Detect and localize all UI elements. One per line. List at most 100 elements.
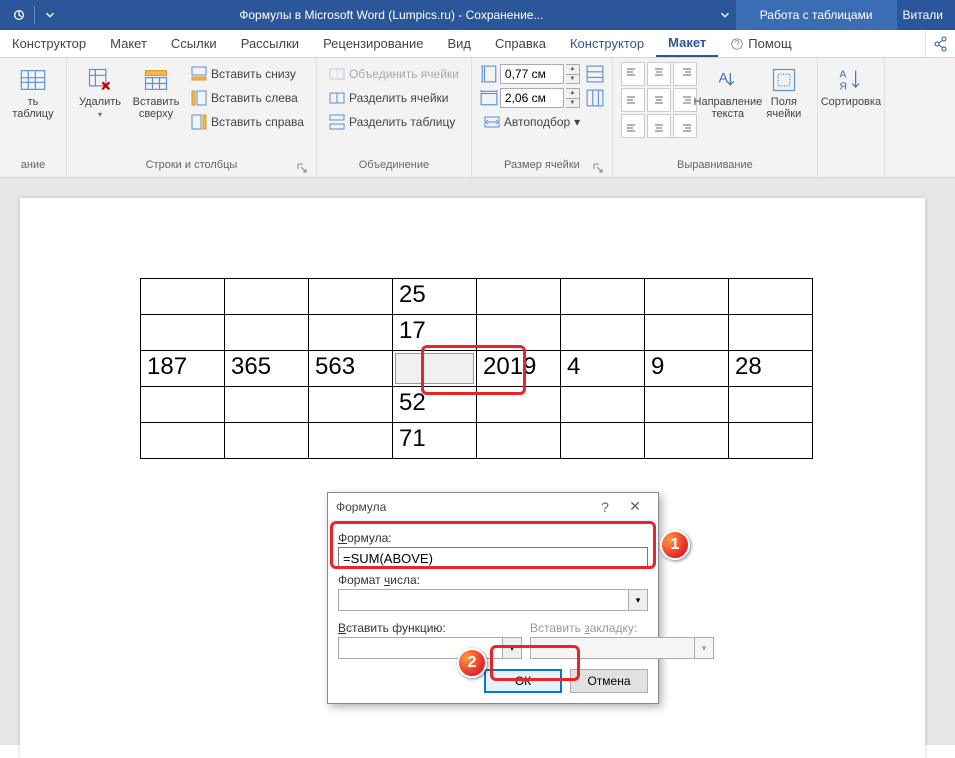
tab-vid[interactable]: Вид <box>435 30 483 57</box>
tab-maket-table[interactable]: Макет <box>656 30 718 57</box>
dialog-close-button[interactable]: ✕ <box>620 498 650 515</box>
cell[interactable] <box>141 279 225 315</box>
split-table-button[interactable]: Разделить таблицу <box>325 110 463 134</box>
sort-button[interactable]: АЯ Сортировка <box>826 62 876 159</box>
cell[interactable] <box>477 315 561 351</box>
autosave-icon[interactable] <box>8 4 30 26</box>
user-name[interactable]: Витали <box>897 8 955 22</box>
tab-rassylki[interactable]: Рассылки <box>229 30 311 57</box>
cell[interactable] <box>645 279 729 315</box>
tab-spravka[interactable]: Справка <box>483 30 558 57</box>
cell[interactable] <box>561 315 645 351</box>
group-cell-size: ▲▼ ▲▼ Автоподбор ▾ Размер ячейки <box>472 58 613 177</box>
insert-right-button[interactable]: Вставить справа <box>187 110 308 134</box>
qat-dropdown-icon[interactable] <box>39 4 61 26</box>
cell[interactable]: 187 <box>141 351 225 387</box>
cell[interactable] <box>309 387 393 423</box>
row-height-spinner[interactable]: ▲▼ <box>566 64 580 84</box>
draw-table-button[interactable]: ть таблицу <box>8 62 58 159</box>
delete-button[interactable]: Удалить▾ <box>75 62 125 159</box>
tab-recenz[interactable]: Рецензирование <box>311 30 435 57</box>
title-dropdown-icon[interactable] <box>714 4 736 26</box>
text-direction-button[interactable]: A Направление текста <box>703 62 753 159</box>
cell[interactable]: 365 <box>225 351 309 387</box>
distribute-cols-icon[interactable] <box>586 89 604 107</box>
share-button[interactable] <box>925 30 955 57</box>
dialog-help-button[interactable]: ? <box>590 499 620 515</box>
word-table[interactable]: 25 17 187365563 20194928 52 71 <box>140 278 813 459</box>
align-mc[interactable] <box>647 88 671 112</box>
cell[interactable] <box>309 315 393 351</box>
size-dialog-launcher[interactable] <box>592 163 604 175</box>
cell[interactable] <box>309 423 393 459</box>
col-width-input[interactable] <box>500 88 564 108</box>
align-ml[interactable] <box>621 88 645 112</box>
formula-input[interactable] <box>338 547 648 569</box>
tab-help[interactable]: Помощ <box>718 30 803 57</box>
tab-maket[interactable]: Макет <box>98 30 159 57</box>
cell[interactable] <box>141 423 225 459</box>
split-cells-button[interactable]: Разделить ячейки <box>325 86 463 110</box>
cell[interactable] <box>225 423 309 459</box>
align-tc[interactable] <box>647 62 671 86</box>
number-format-input[interactable] <box>338 589 628 611</box>
cell[interactable] <box>225 315 309 351</box>
align-tr[interactable] <box>673 62 697 86</box>
group-rows-cols-label: Строки и столбцы <box>146 159 238 171</box>
number-format-dropdown-icon[interactable]: ▾ <box>628 589 648 611</box>
cell[interactable] <box>477 423 561 459</box>
insert-above-button[interactable]: Вставить сверху <box>131 62 181 159</box>
cancel-button[interactable]: Отмена <box>570 669 648 693</box>
insert-below-button[interactable]: Вставить снизу <box>187 62 308 86</box>
cell[interactable]: 9 <box>645 351 729 387</box>
cell[interactable] <box>141 387 225 423</box>
cell[interactable]: 563 <box>309 351 393 387</box>
table-row: 71 <box>141 423 813 459</box>
cell[interactable]: 28 <box>729 351 813 387</box>
tab-ssylki[interactable]: Ссылки <box>159 30 229 57</box>
cell[interactable] <box>729 279 813 315</box>
number-format-combo[interactable]: ▾ <box>338 589 648 611</box>
cell[interactable] <box>645 423 729 459</box>
cell[interactable] <box>729 423 813 459</box>
insert-function-combo[interactable]: ▾ <box>338 637 522 659</box>
ok-button[interactable]: ОК <box>484 669 562 693</box>
distribute-rows-icon[interactable] <box>586 65 604 83</box>
cell[interactable] <box>729 387 813 423</box>
active-cell[interactable] <box>393 351 477 387</box>
cell[interactable]: 2019 <box>477 351 561 387</box>
cell[interactable] <box>309 279 393 315</box>
cell[interactable]: 52 <box>393 387 477 423</box>
cell[interactable]: 4 <box>561 351 645 387</box>
insert-below-label: Вставить снизу <box>211 67 296 81</box>
cell[interactable] <box>645 387 729 423</box>
cell[interactable] <box>561 279 645 315</box>
insert-function-dropdown-icon[interactable]: ▾ <box>502 637 522 659</box>
cell[interactable]: 25 <box>393 279 477 315</box>
cell[interactable] <box>477 279 561 315</box>
group-rows-cols: Удалить▾ Вставить сверху Вставить снизу … <box>67 58 317 177</box>
tab-konstruktor-table[interactable]: Конструктор <box>558 30 656 57</box>
row-height-input[interactable] <box>500 64 564 84</box>
cell[interactable] <box>561 423 645 459</box>
cell[interactable] <box>477 387 561 423</box>
cell[interactable]: 17 <box>393 315 477 351</box>
cell[interactable] <box>729 315 813 351</box>
autofit-button[interactable]: Автоподбор ▾ <box>480 110 604 134</box>
align-bc[interactable] <box>647 114 671 138</box>
cell[interactable] <box>645 315 729 351</box>
cell-margins-button[interactable]: Поля ячейки <box>759 62 809 159</box>
cell[interactable]: 71 <box>393 423 477 459</box>
align-tl[interactable] <box>621 62 645 86</box>
align-bl[interactable] <box>621 114 645 138</box>
cell-selection-icon <box>395 353 474 384</box>
cell[interactable] <box>225 387 309 423</box>
cell[interactable] <box>225 279 309 315</box>
col-width-spinner[interactable]: ▲▼ <box>566 88 580 108</box>
cell[interactable] <box>561 387 645 423</box>
insert-left-button[interactable]: Вставить слева <box>187 86 308 110</box>
dialog-titlebar[interactable]: Формула ? ✕ <box>328 493 658 521</box>
cell[interactable] <box>141 315 225 351</box>
tab-konstruktor[interactable]: Конструктор <box>0 30 98 57</box>
rows-cols-dialog-launcher[interactable] <box>296 163 308 175</box>
